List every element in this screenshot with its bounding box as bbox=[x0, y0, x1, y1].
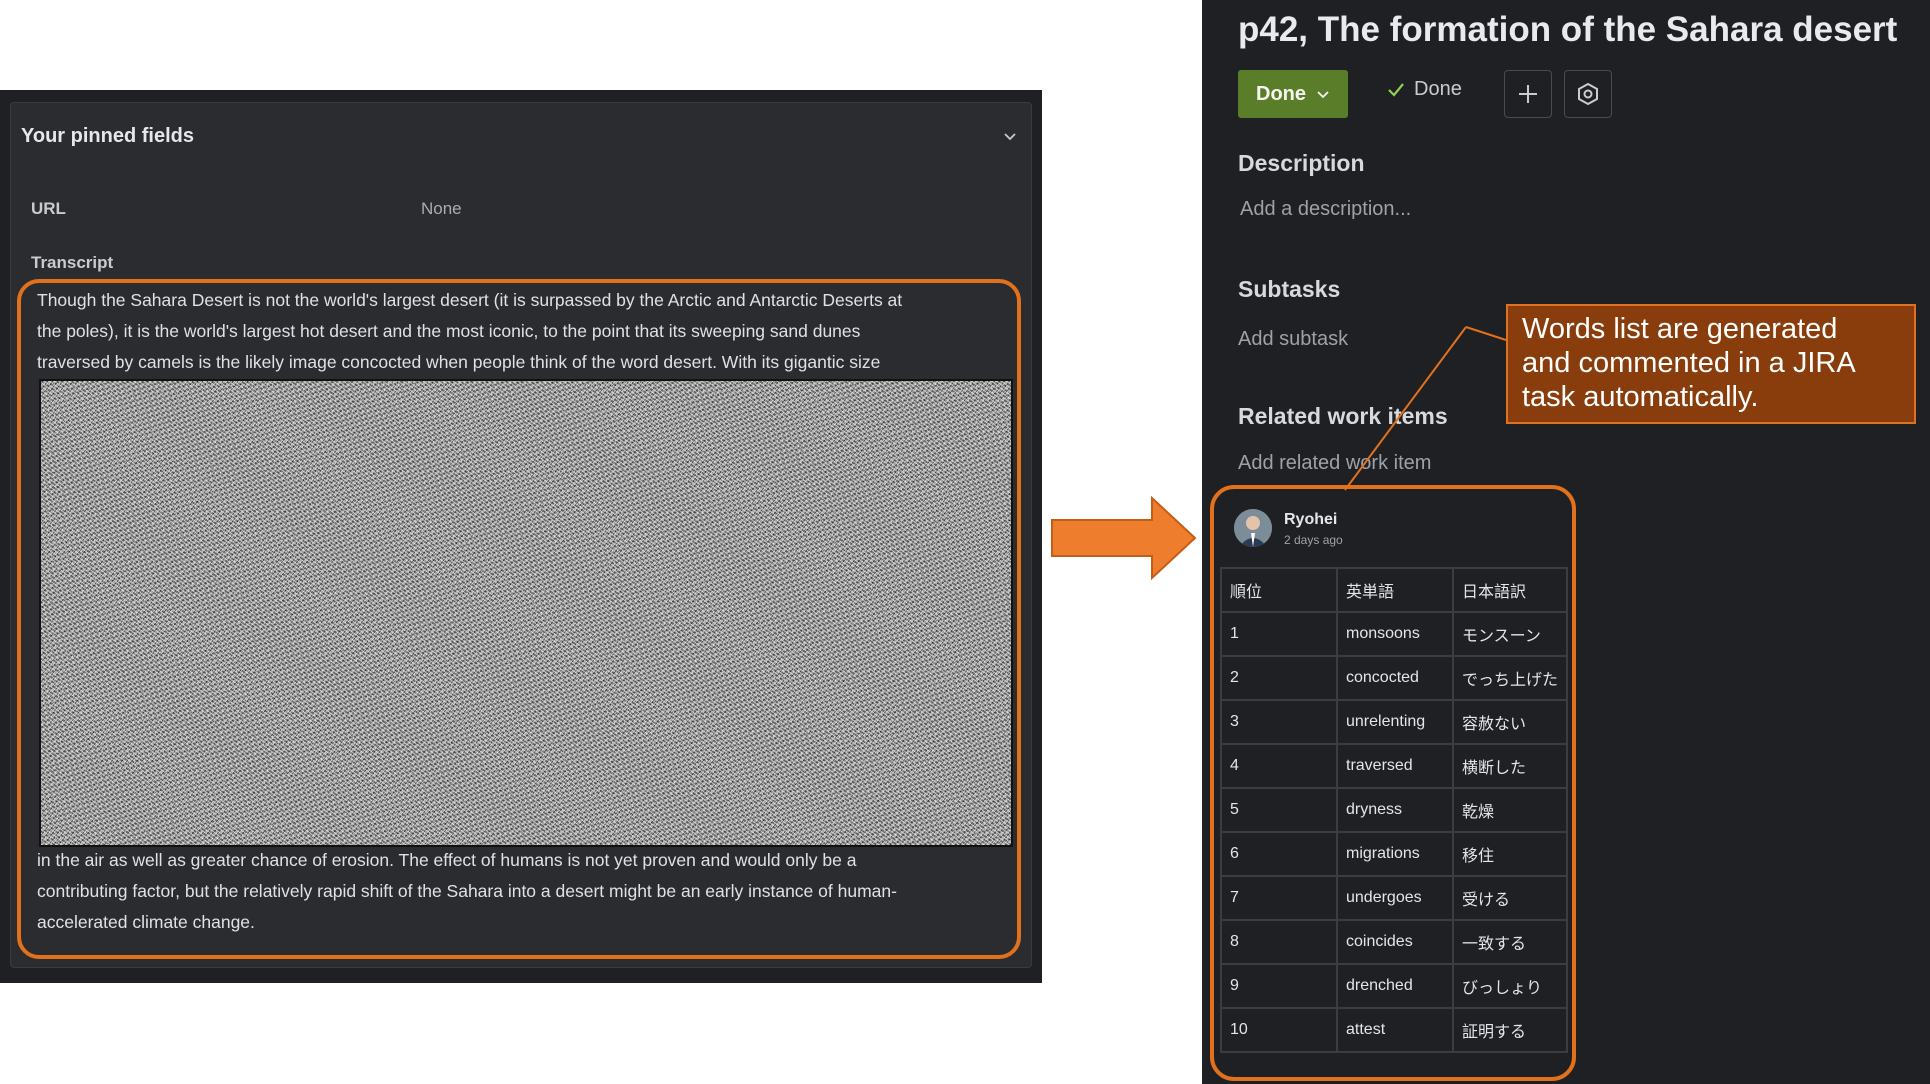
japanese-translation-cell: 一致する bbox=[1452, 919, 1568, 965]
transcript-label: Transcript bbox=[31, 253, 114, 272]
issue-title[interactable]: p42, The formation of the Sahara desert bbox=[1238, 10, 1897, 50]
transcript-text-top[interactable]: Though the Sahara Desert is not the worl… bbox=[37, 285, 1017, 378]
words-table: 順位 英単語 日本語訳 1 monsoons モンスーン 2 concocted でっち… bbox=[1220, 567, 1568, 1053]
rank-cell: 1 bbox=[1220, 611, 1338, 657]
english-word-cell: attest bbox=[1336, 1007, 1454, 1053]
table-row: 8 coincides 一致する bbox=[1220, 919, 1568, 965]
english-word-cell: monsoons bbox=[1336, 611, 1454, 657]
description-field[interactable]: Add a description... bbox=[1240, 198, 1411, 221]
english-word-cell: traversed bbox=[1336, 743, 1454, 789]
callout-line: and commented in a JIRA bbox=[1522, 347, 1856, 379]
subtasks-heading: Subtasks bbox=[1238, 276, 1341, 302]
table-row: 7 undergoes 受ける bbox=[1220, 875, 1568, 921]
english-word-cell: dryness bbox=[1336, 787, 1454, 833]
japanese-translation-cell: びっしょり bbox=[1452, 963, 1568, 1009]
rank-cell: 5 bbox=[1220, 787, 1338, 833]
japanese-translation-cell: 受ける bbox=[1452, 875, 1568, 921]
url-label: URL bbox=[31, 199, 66, 218]
url-value[interactable]: None bbox=[421, 199, 462, 219]
transcript-line: Though the Sahara Desert is not the worl… bbox=[37, 290, 903, 310]
table-row: 2 concocted でっち上げた bbox=[1220, 655, 1568, 701]
english-word-cell: undergoes bbox=[1336, 875, 1454, 921]
resolution-indicator: Done bbox=[1386, 78, 1462, 101]
table-row: 1 monsoons モンスーン bbox=[1220, 611, 1568, 657]
transcript-text-bottom[interactable]: in the air as well as greater chance of … bbox=[37, 845, 1017, 938]
resolution-label: Done bbox=[1414, 78, 1462, 100]
redacted-image bbox=[39, 379, 1013, 847]
transcript-line: in the air as well as greater chance of … bbox=[37, 850, 857, 870]
table-header: 日本語訳 bbox=[1452, 567, 1568, 613]
english-word-cell: migrations bbox=[1336, 831, 1454, 877]
pinned-fields-header[interactable]: Your pinned fields bbox=[21, 121, 1021, 151]
rank-cell: 10 bbox=[1220, 1007, 1338, 1053]
comment-timestamp: 2 days ago bbox=[1284, 533, 1343, 547]
pinned-fields-panel: Your pinned fields URL None Transcript T… bbox=[0, 90, 1042, 983]
add-related-work-item-link[interactable]: Add related work item bbox=[1238, 452, 1431, 475]
english-word-cell: concocted bbox=[1336, 655, 1454, 701]
english-word-cell: drenched bbox=[1336, 963, 1454, 1009]
add-subtask-link[interactable]: Add subtask bbox=[1238, 328, 1348, 351]
transcript-line: contributing factor, but the relatively … bbox=[37, 881, 897, 901]
table-row: 3 unrelenting 容赦ない bbox=[1220, 699, 1568, 745]
callout-line: task automatically. bbox=[1522, 381, 1759, 413]
rank-cell: 8 bbox=[1220, 919, 1338, 965]
right-arrow-icon bbox=[1051, 495, 1197, 581]
callout-line: Words list are generated bbox=[1522, 313, 1838, 345]
annotation-callout: Words list are generated and commented i… bbox=[1506, 304, 1916, 424]
rank-cell: 3 bbox=[1220, 699, 1338, 745]
japanese-translation-cell: 証明する bbox=[1452, 1007, 1568, 1053]
status-button-label: Done bbox=[1256, 82, 1306, 105]
comment-author[interactable]: Ryohei bbox=[1284, 511, 1337, 529]
table-header: 英単語 bbox=[1336, 567, 1454, 613]
pinned-fields-card: Your pinned fields URL None Transcript T… bbox=[10, 102, 1032, 968]
add-button[interactable] bbox=[1504, 70, 1552, 118]
chevron-down-icon[interactable] bbox=[999, 125, 1021, 147]
english-word-cell: unrelenting bbox=[1336, 699, 1454, 745]
rank-cell: 6 bbox=[1220, 831, 1338, 877]
comment-highlight: Ryohei 2 days ago 順位 英単語 日本語訳 1 monsoons モ… bbox=[1210, 485, 1576, 1081]
rank-cell: 2 bbox=[1220, 655, 1338, 701]
table-header-row: 順位 英単語 日本語訳 bbox=[1220, 567, 1568, 613]
user-avatar-icon bbox=[1234, 509, 1272, 547]
chevron-down-icon bbox=[1317, 91, 1329, 99]
table-header: 順位 bbox=[1220, 567, 1338, 613]
rank-cell: 7 bbox=[1220, 875, 1338, 921]
japanese-translation-cell: 移住 bbox=[1452, 831, 1568, 877]
transcript-highlight: Though the Sahara Desert is not the worl… bbox=[17, 279, 1021, 959]
table-row: 10 attest 証明する bbox=[1220, 1007, 1568, 1053]
japanese-translation-cell: モンスーン bbox=[1452, 611, 1568, 657]
settings-button[interactable] bbox=[1564, 70, 1612, 118]
table-row: 4 traversed 横断した bbox=[1220, 743, 1568, 789]
check-icon bbox=[1388, 82, 1404, 97]
plus-icon bbox=[1519, 85, 1537, 103]
transcript-line: the poles), it is the world's largest ho… bbox=[37, 321, 861, 341]
transcript-line: traversed by camels is the likely image … bbox=[37, 352, 881, 372]
description-heading: Description bbox=[1238, 150, 1365, 176]
settings-hexagon-icon bbox=[1578, 82, 1598, 106]
pinned-fields-title: Your pinned fields bbox=[21, 124, 194, 147]
rank-cell: 4 bbox=[1220, 743, 1338, 789]
table-row: 6 migrations 移住 bbox=[1220, 831, 1568, 877]
avatar[interactable] bbox=[1234, 509, 1272, 547]
transcript-line: accelerated climate change. bbox=[37, 912, 255, 932]
related-work-items-heading: Related work items bbox=[1238, 403, 1448, 429]
japanese-translation-cell: 乾燥 bbox=[1452, 787, 1568, 833]
japanese-translation-cell: でっち上げた bbox=[1452, 655, 1568, 701]
rank-cell: 9 bbox=[1220, 963, 1338, 1009]
english-word-cell: coincides bbox=[1336, 919, 1454, 965]
japanese-translation-cell: 横断した bbox=[1452, 743, 1568, 789]
table-row: 9 drenched びっしょり bbox=[1220, 963, 1568, 1009]
table-row: 5 dryness 乾燥 bbox=[1220, 787, 1568, 833]
status-button[interactable]: Done bbox=[1238, 70, 1348, 118]
japanese-translation-cell: 容赦ない bbox=[1452, 699, 1568, 745]
